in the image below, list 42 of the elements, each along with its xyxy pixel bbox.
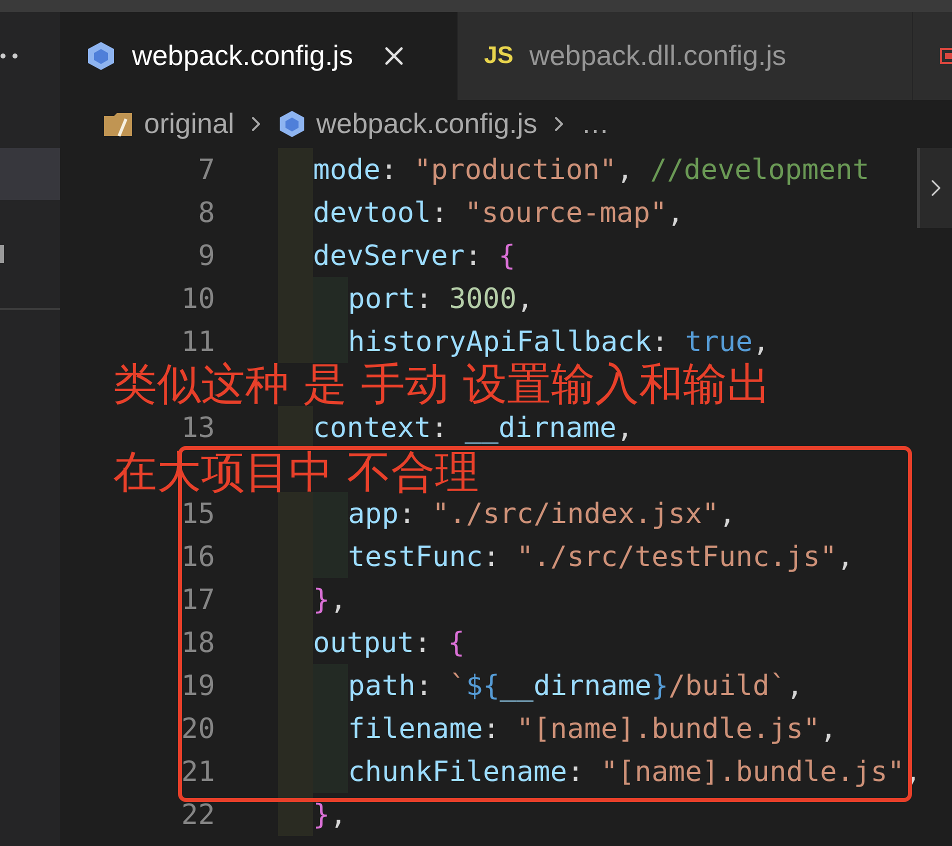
minimap-toggle[interactable] bbox=[917, 148, 952, 228]
code-line: path: `${__dirname}/build`, bbox=[348, 668, 804, 704]
code-line: port: 3000, bbox=[348, 281, 534, 317]
line-number: 13 bbox=[180, 410, 215, 446]
code-line: output: { bbox=[313, 625, 465, 661]
line-number: 21 bbox=[180, 754, 215, 790]
indent-guide bbox=[278, 793, 313, 836]
breadcrumb-more[interactable]: … bbox=[581, 108, 610, 140]
code-line: }, bbox=[313, 582, 347, 618]
code-line: historyApiFallback: true, bbox=[348, 324, 770, 360]
scroll-mark-icon bbox=[0, 245, 4, 263]
code-line: context: __dirname, bbox=[313, 410, 634, 446]
code-line: testFunc: "./src/testFunc.js", bbox=[348, 539, 854, 575]
line-number: 20 bbox=[180, 711, 215, 747]
more-icon[interactable] bbox=[0, 53, 20, 59]
code-line: devtool: "source-map", bbox=[313, 195, 684, 231]
code-line: filename: "[name].bundle.js", bbox=[348, 711, 837, 747]
line-number: 9 bbox=[197, 238, 215, 274]
line-number: 10 bbox=[180, 281, 215, 317]
code-line: }, bbox=[313, 797, 347, 833]
line-number: 19 bbox=[180, 668, 215, 704]
code-line: app: "./src/index.jsx", bbox=[348, 496, 736, 532]
line-number: 7 bbox=[197, 152, 215, 188]
line-number: 11 bbox=[180, 324, 215, 360]
editor-tab[interactable]: webpack.config.js bbox=[60, 12, 458, 100]
line-number: 17 bbox=[180, 582, 215, 618]
code-line: mode: "production", //development bbox=[313, 152, 870, 188]
line-number: 22 bbox=[180, 797, 215, 833]
breadcrumb-item[interactable]: webpack.config.js bbox=[316, 108, 538, 140]
cube-icon bbox=[86, 41, 116, 71]
annotation-text: 类似这种 是 手动 设置输入和输出 bbox=[113, 361, 771, 410]
breadcrumb-item[interactable]: original bbox=[144, 108, 234, 140]
code-line: devServer: { bbox=[313, 238, 516, 274]
js-icon: JS bbox=[484, 42, 514, 70]
folder-icon bbox=[102, 110, 134, 138]
indent-guide bbox=[278, 406, 313, 449]
line-number: 16 bbox=[180, 539, 215, 575]
line-number: 15 bbox=[180, 496, 215, 532]
cube-icon bbox=[278, 110, 306, 138]
line-number: 18 bbox=[180, 625, 215, 661]
editor-tab[interactable]: JS webpack.dll.config.js bbox=[458, 12, 913, 100]
line-number: 8 bbox=[197, 195, 215, 231]
